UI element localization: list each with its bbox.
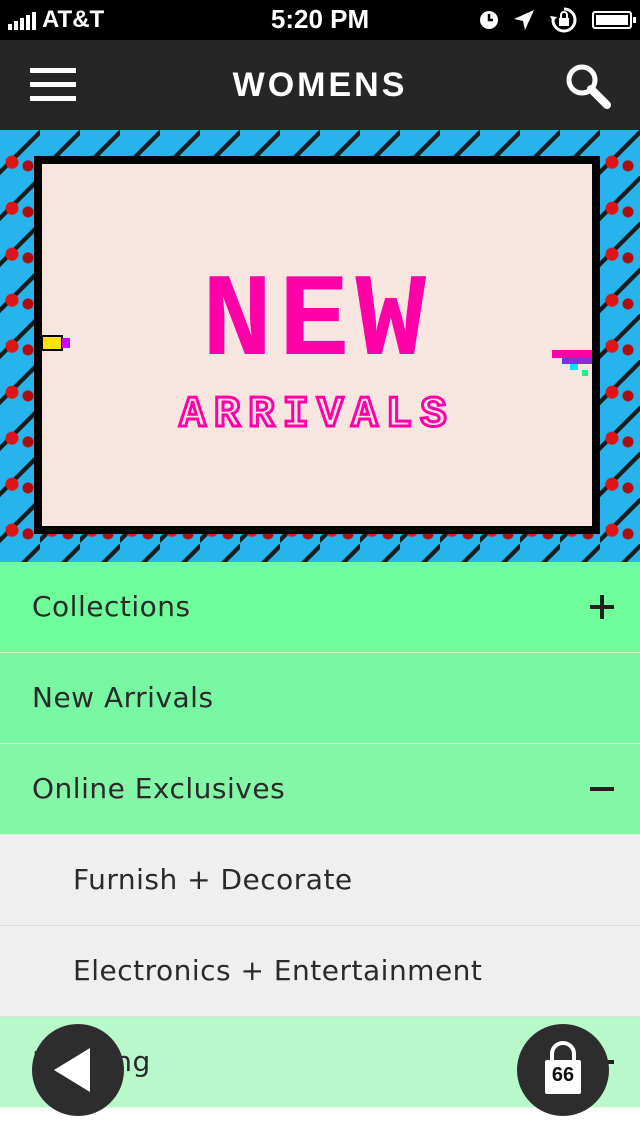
search-icon[interactable] [562,60,614,112]
battery-icon [592,11,636,29]
menu-item-label: Electronics + Entertainment [73,954,483,987]
alarm-clock-icon [480,11,498,29]
menu-item-collections[interactable]: Collections [0,562,640,653]
status-icons [478,6,636,34]
banner-frame: NEW ARRIVALS [34,156,600,534]
banner-artwork: NEW ARRIVALS [42,257,592,442]
collapse-minus-icon[interactable] [590,777,614,801]
submenu-item-furnish-decorate[interactable]: Furnish + Decorate [0,835,640,926]
menu-item-online-exclusives[interactable]: Online Exclusives [0,744,640,835]
menu-item-label: Online Exclusives [32,772,286,805]
location-arrow-icon [514,10,534,30]
banner-headline: NEW [202,257,432,390]
menu-item-label: Collections [32,590,191,623]
top-nav-bar: WOMENS [0,40,640,130]
back-arrow-icon [54,1048,90,1092]
banner-subheadline: ARRIVALS [179,390,454,440]
menu-item-label: New Arrivals [32,681,214,714]
page-title: WOMENS [232,66,408,104]
expand-plus-icon[interactable] [590,595,614,619]
back-button[interactable] [32,1024,124,1116]
shopping-bag-button[interactable]: 66 [517,1024,609,1116]
rotation-lock-icon [550,7,577,33]
status-bar: AT&T 5:20 PM [0,0,640,40]
new-arrivals-banner[interactable]: NEW ARRIVALS [0,130,640,562]
bag-count-badge: 66 [551,1064,575,1086]
submenu-item-electronics-entertainment[interactable]: Electronics + Entertainment [0,926,640,1017]
menu-item-new-arrivals[interactable]: New Arrivals [0,653,640,744]
pixel-bullet-left-icon [42,335,70,351]
menu-item-label: Furnish + Decorate [73,863,353,896]
hamburger-menu-icon[interactable] [30,68,76,102]
banner-panel: NEW ARRIVALS [42,164,592,526]
pixel-sparkle-right-icon [552,350,592,376]
